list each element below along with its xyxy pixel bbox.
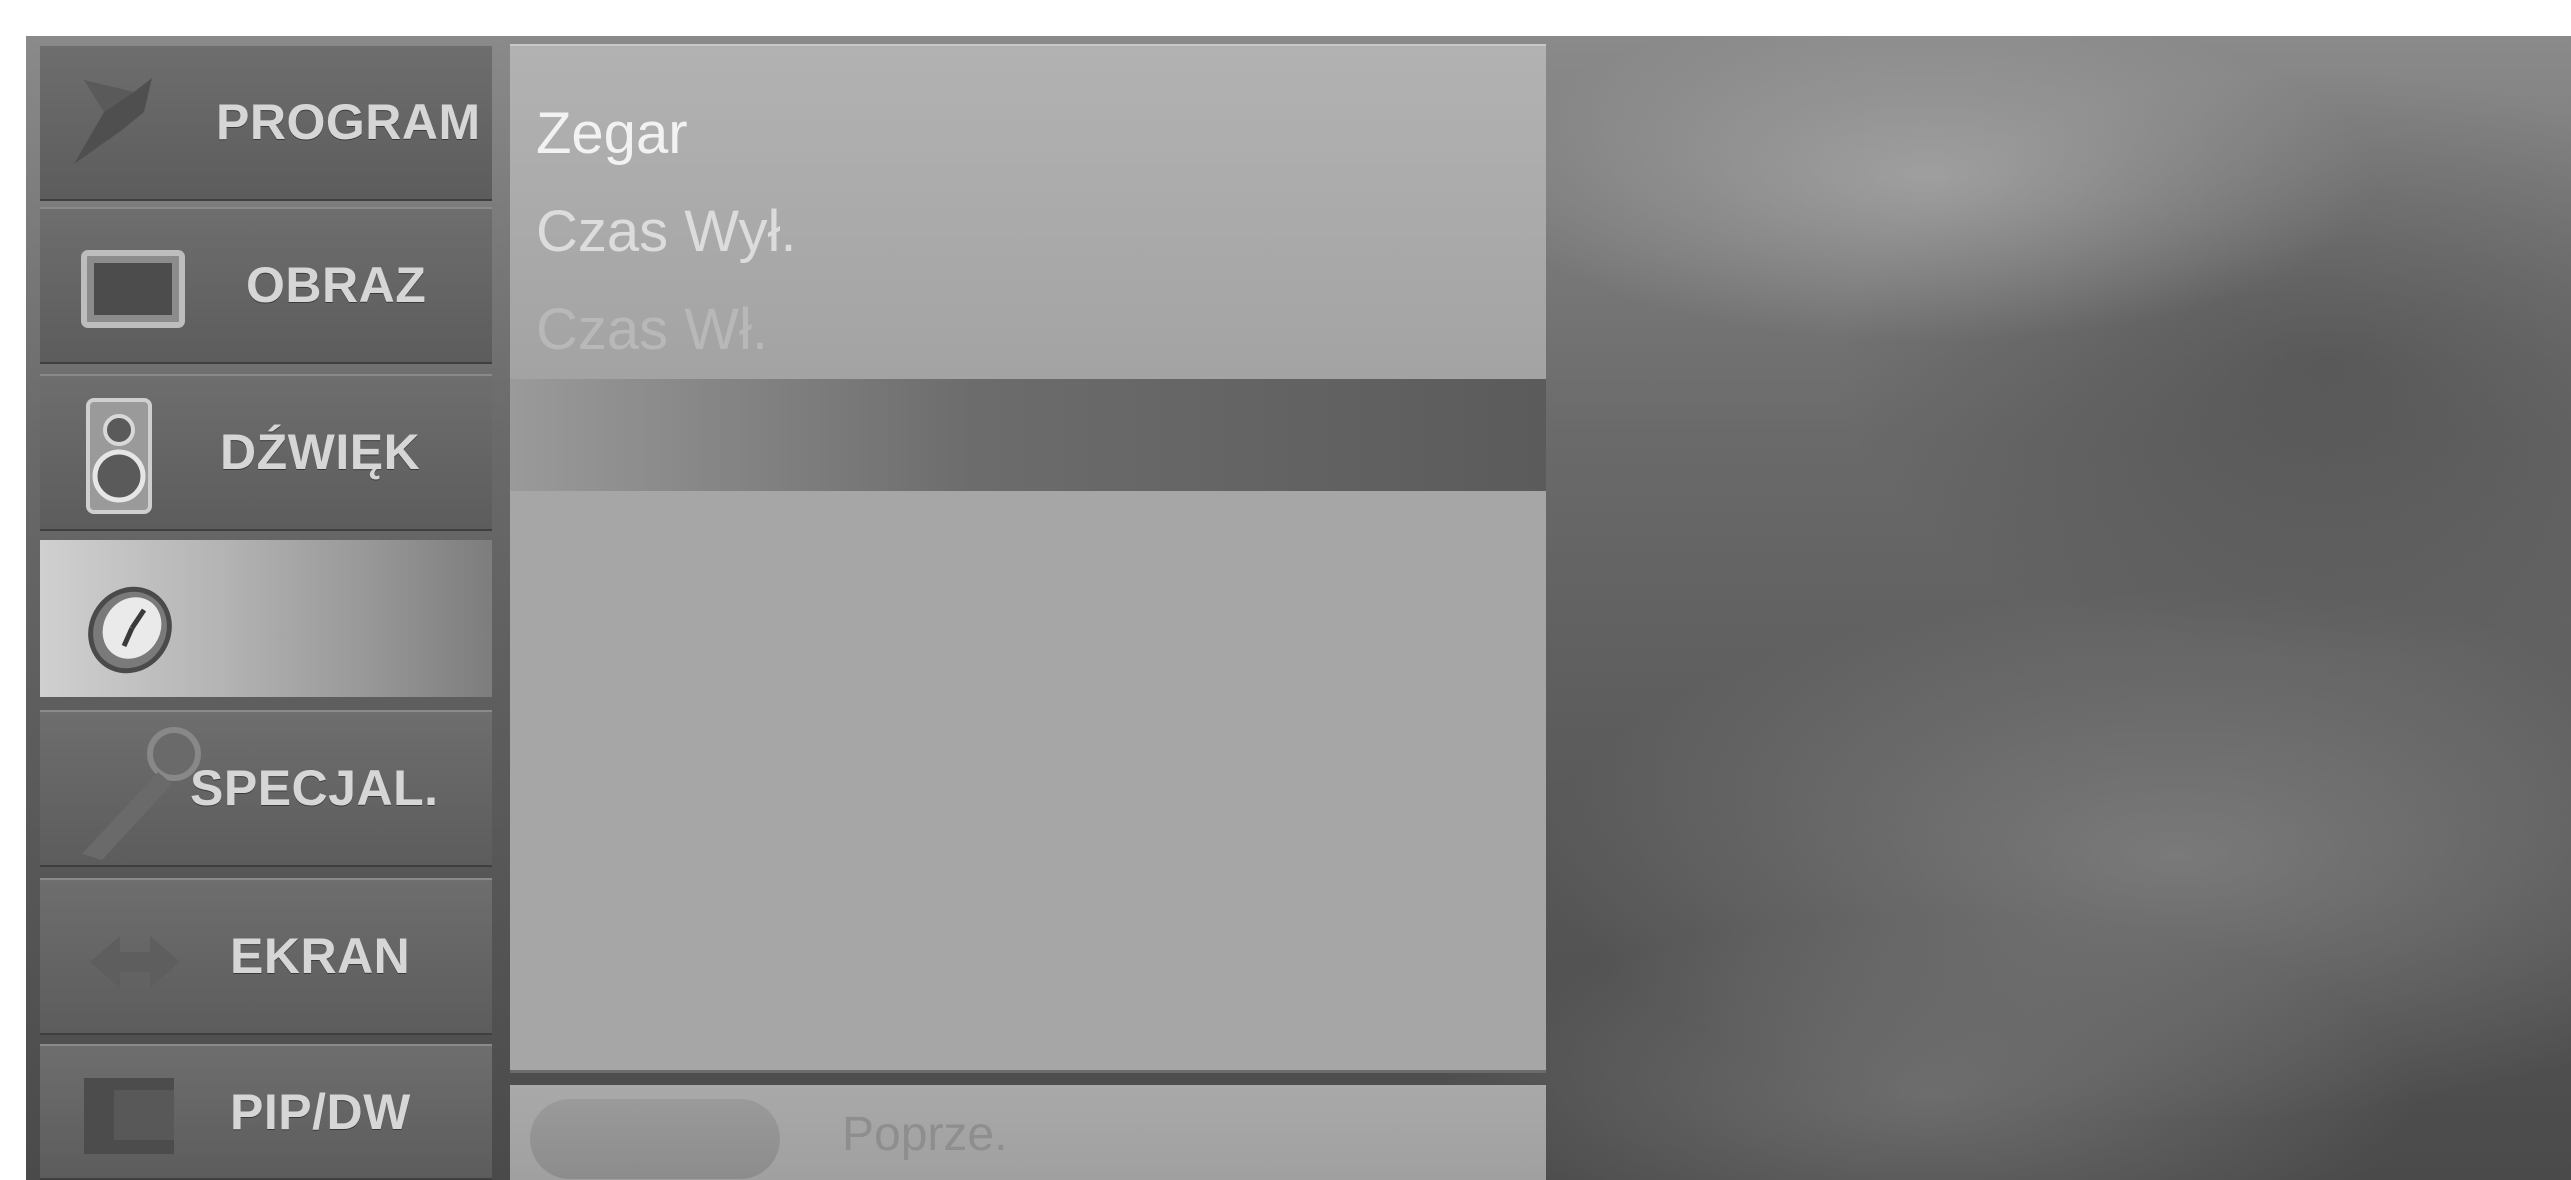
menu-label-pip: PIP/DW [230,1084,411,1140]
menu-item-ekran[interactable]: EKRAN [40,878,492,1035]
back-button[interactable] [530,1099,780,1179]
menu-label-program: PROGRAM [216,94,481,150]
speaker-icon [84,396,154,521]
menu-item-program[interactable]: PROGRAM [40,44,492,201]
arrows-icon [80,922,190,1007]
menu-item-specjal[interactable]: SPECJAL. [40,710,492,867]
content-panel [510,491,1546,1073]
submenu-item-czas-wyl[interactable]: Czas Wył. [536,192,797,272]
submenu-divider [510,379,1546,491]
menu-label-obraz: OBRAZ [246,257,427,313]
satellite-dish-icon [64,72,174,177]
submenu-item-czas-wl[interactable]: Czas Wł. [536,290,768,370]
back-label: Poprze. [842,1108,1008,1161]
clock-icon [80,576,190,681]
pip-window-icon [84,1078,184,1163]
menu-item-pip[interactable]: PIP/DW [40,1044,492,1180]
menu-item-czas[interactable] [40,540,492,697]
time-submenu: Zegar Czas Wył. Czas Wł. [510,44,1546,379]
submenu-item-zegar[interactable]: Zegar [536,94,688,174]
menu-item-dzwiek[interactable]: DŹWIĘK [40,374,492,531]
tv-screen-icon [80,249,190,334]
menu-item-obraz[interactable]: OBRAZ [40,207,492,364]
footer-bar: Poprze. [510,1085,1546,1180]
menu-label-ekran: EKRAN [230,928,411,984]
menu-label-specjal: SPECJAL. [190,760,439,816]
menu-label-dzwiek: DŹWIĘK [220,424,421,480]
main-menu-sidebar: PROGRAM OBRAZ DŹWIĘK SPECJAL. EKRAN PIP/… [26,44,492,1180]
